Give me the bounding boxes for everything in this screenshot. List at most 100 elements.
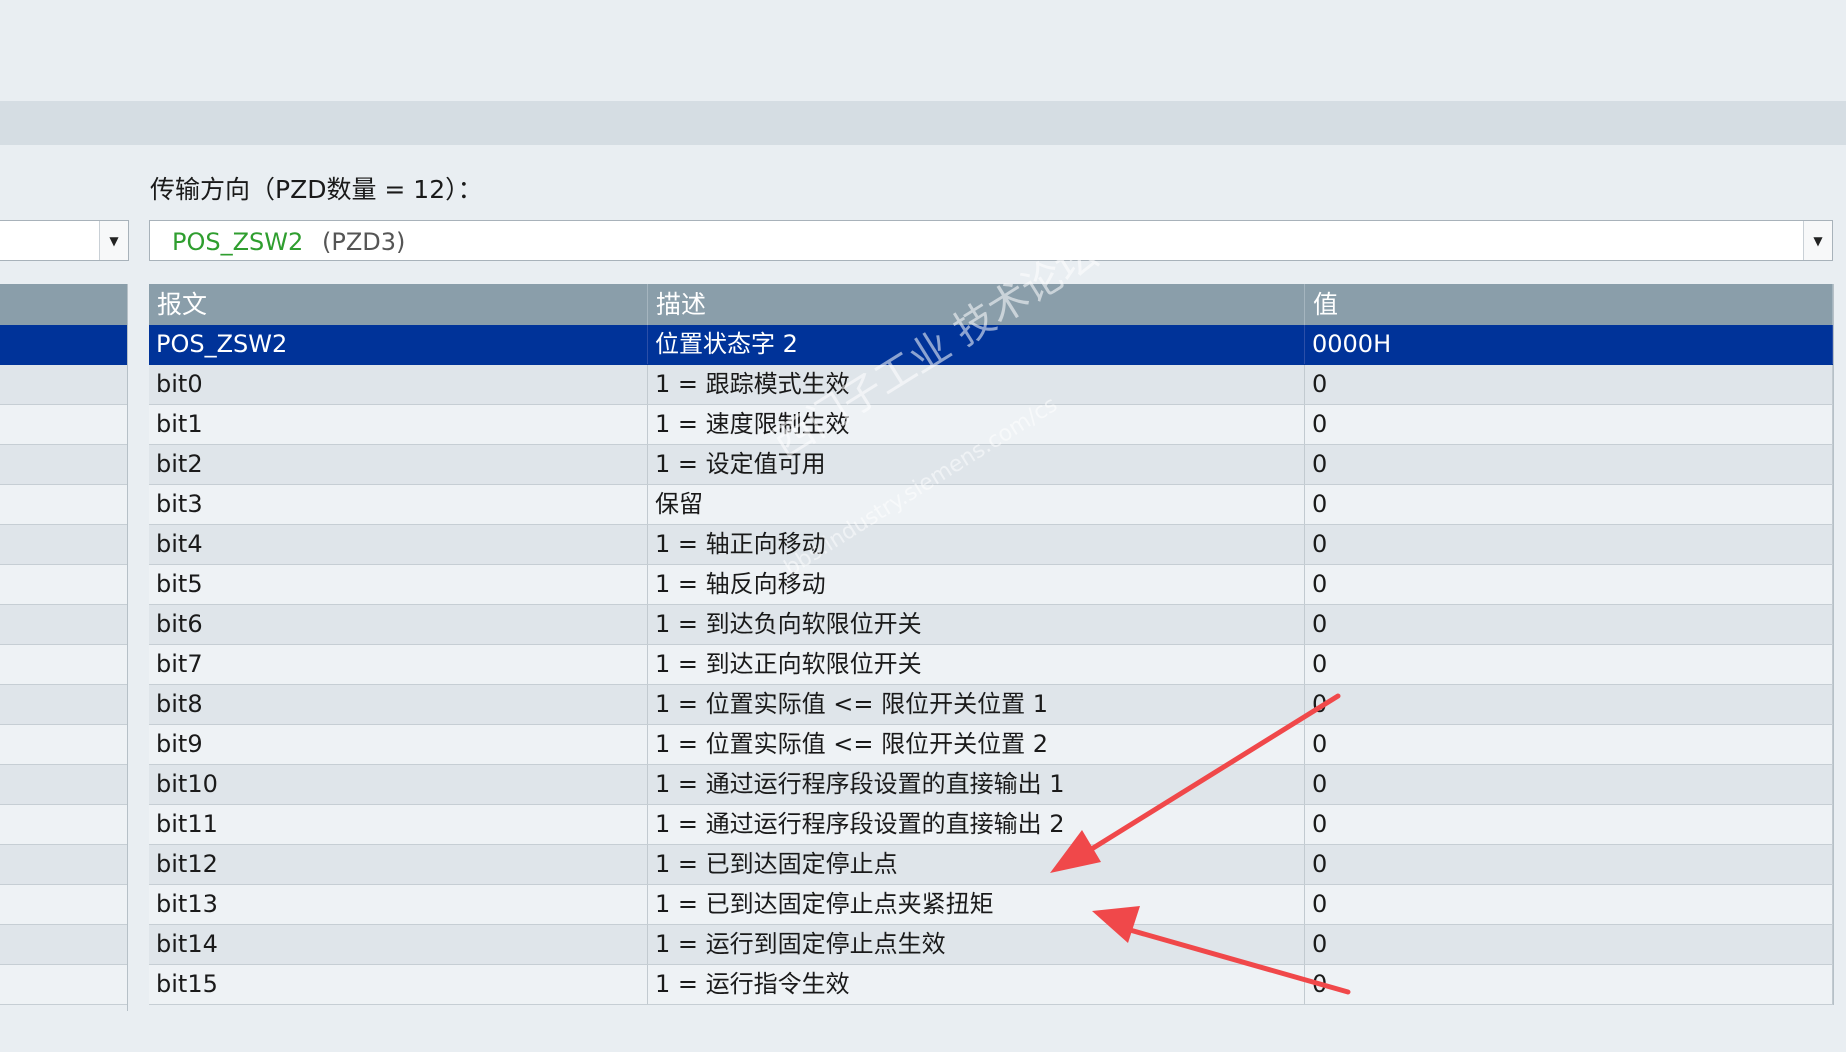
cell-telegram: bit10 (149, 765, 648, 804)
column-header-description[interactable]: 描述 (648, 284, 1305, 325)
cell-value: 0 (1305, 365, 1833, 404)
left-list-item[interactable] (0, 325, 128, 365)
cell-value: 0 (1305, 725, 1833, 764)
section-strip (0, 101, 1846, 145)
cell-telegram: bit4 (149, 525, 648, 564)
cell-telegram: bit15 (149, 965, 648, 1004)
table-row[interactable]: POS_ZSW2 位置状态字 2 0000H (149, 325, 1833, 365)
cell-value: 0 (1305, 805, 1833, 844)
cell-telegram: bit5 (149, 565, 648, 604)
left-list-item[interactable] (0, 725, 128, 765)
cell-description: 1 = 已到达固定停止点夹紧扭矩 (648, 885, 1305, 924)
left-list-item[interactable] (0, 565, 128, 605)
cell-description: 1 = 跟踪模式生效 (648, 365, 1305, 404)
cell-value: 0 (1305, 965, 1833, 1004)
left-list-item[interactable] (0, 525, 128, 565)
left-list-item[interactable] (0, 925, 128, 965)
table-row[interactable]: bit1 1 = 速度限制生效 0 (149, 405, 1833, 445)
cell-value: 0000H (1305, 325, 1833, 364)
table-row[interactable]: bit2 1 = 设定值可用 0 (149, 445, 1833, 485)
cell-description: 1 = 到达负向软限位开关 (648, 605, 1305, 644)
table-row[interactable]: bit7 1 = 到达正向软限位开关 0 (149, 645, 1833, 685)
telegram-table: 报文 描述 值 POS_ZSW2 位置状态字 2 0000H bit0 1 = 跟踪模式… (149, 284, 1834, 1005)
cell-description: 1 = 设定值可用 (648, 445, 1305, 484)
cell-telegram: bit11 (149, 805, 648, 844)
cell-value: 0 (1305, 645, 1833, 684)
table-row[interactable]: bit10 1 = 通过运行程序段设置的直接输出 10 (149, 765, 1833, 805)
table-row[interactable]: bit13 1 = 已到达固定停止点夹紧扭矩 0 (149, 885, 1833, 925)
cell-value: 0 (1305, 405, 1833, 444)
table-row[interactable]: bit15 1 = 运行指令生效 0 (149, 965, 1833, 1005)
table-row[interactable]: bit3 保留 0 (149, 485, 1833, 525)
left-list-item[interactable] (0, 805, 128, 845)
left-list-item[interactable] (0, 685, 128, 725)
table-row[interactable]: bit9 1 = 位置实际值 <= 限位开关位置 20 (149, 725, 1833, 765)
cell-telegram: bit7 (149, 645, 648, 684)
table-row[interactable]: bit6 1 = 到达负向软限位开关 0 (149, 605, 1833, 645)
selected-pzd: (PZD3) (322, 228, 406, 256)
column-header-telegram[interactable]: 报文 (149, 284, 648, 325)
table-row[interactable]: bit14 1 = 运行到固定停止点生效 0 (149, 925, 1833, 965)
table-row[interactable]: bit11 1 = 通过运行程序段设置的直接输出 20 (149, 805, 1833, 845)
left-list-item[interactable] (0, 965, 128, 1005)
chevron-down-icon[interactable]: ▼ (1803, 221, 1832, 260)
table-row[interactable]: bit12 1 = 已到达固定停止点 0 (149, 845, 1833, 885)
cell-telegram: bit13 (149, 885, 648, 924)
top-band (0, 0, 1846, 101)
cell-value: 0 (1305, 565, 1833, 604)
column-header-value[interactable]: 值 (1305, 284, 1833, 325)
pzd-select-dropdown[interactable]: POS_ZSW2 (PZD3) ▼ (149, 220, 1833, 261)
chevron-down-icon[interactable]: ▼ (99, 221, 128, 260)
table-row[interactable]: bit5 1 = 轴反向移动 0 (149, 565, 1833, 605)
left-list-item[interactable] (0, 405, 128, 445)
transfer-direction-label: 传输方向（PZD数量 = 12）： (150, 175, 483, 204)
selected-signal-name: POS_ZSW2 (172, 228, 304, 256)
cell-telegram: bit12 (149, 845, 648, 884)
cell-value: 0 (1305, 925, 1833, 964)
cell-description: 1 = 轴反向移动 (648, 565, 1305, 604)
cell-description: 1 = 到达正向软限位开关 (648, 645, 1305, 684)
table-header: 报文 描述 值 (149, 284, 1833, 325)
left-list-item[interactable] (0, 885, 128, 925)
cell-value: 0 (1305, 485, 1833, 524)
cell-description: 1 = 已到达固定停止点 (648, 845, 1305, 884)
cell-description: 1 = 运行指令生效 (648, 965, 1305, 1004)
cell-description: 保留 (648, 485, 1305, 524)
cell-value: 0 (1305, 845, 1833, 884)
left-list-item[interactable] (0, 485, 128, 525)
cell-telegram: bit6 (149, 605, 648, 644)
cell-value: 0 (1305, 445, 1833, 484)
cell-telegram: bit9 (149, 725, 648, 764)
cell-description: 1 = 轴正向移动 (648, 525, 1305, 564)
cell-telegram: bit1 (149, 405, 648, 444)
left-list-item[interactable] (0, 365, 128, 405)
cell-value: 0 (1305, 765, 1833, 804)
cell-value: 0 (1305, 885, 1833, 924)
left-panel-border (127, 284, 128, 1011)
cell-value: 0 (1305, 525, 1833, 564)
table-row[interactable]: bit4 1 = 轴正向移动 0 (149, 525, 1833, 565)
left-list-header (0, 284, 128, 325)
table-row[interactable]: bit8 1 = 位置实际值 <= 限位开关位置 10 (149, 685, 1833, 725)
cell-telegram: bit8 (149, 685, 648, 724)
left-list-panel (0, 284, 128, 1011)
cell-description: 1 = 运行到固定停止点生效 (648, 925, 1305, 964)
cell-description: 1 = 位置实际值 <= 限位开关位置 2 (648, 725, 1305, 764)
cell-description: 1 = 通过运行程序段设置的直接输出 1 (648, 765, 1305, 804)
cell-telegram: bit0 (149, 365, 648, 404)
cell-description: 1 = 速度限制生效 (648, 405, 1305, 444)
cell-telegram: bit3 (149, 485, 648, 524)
left-dropdown[interactable]: ▼ (0, 220, 129, 261)
left-list-item[interactable] (0, 445, 128, 485)
left-list-item[interactable] (0, 605, 128, 645)
cell-telegram: bit14 (149, 925, 648, 964)
cell-description: 1 = 位置实际值 <= 限位开关位置 1 (648, 685, 1305, 724)
cell-value: 0 (1305, 685, 1833, 724)
left-list-item[interactable] (0, 765, 128, 805)
cell-value: 0 (1305, 605, 1833, 644)
table-row[interactable]: bit0 1 = 跟踪模式生效 0 (149, 365, 1833, 405)
cell-description: 1 = 通过运行程序段设置的直接输出 2 (648, 805, 1305, 844)
table-body: POS_ZSW2 位置状态字 2 0000H bit0 1 = 跟踪模式生效 0 bit1 1… (149, 325, 1833, 1005)
left-list-item[interactable] (0, 845, 128, 885)
left-list-item[interactable] (0, 645, 128, 685)
